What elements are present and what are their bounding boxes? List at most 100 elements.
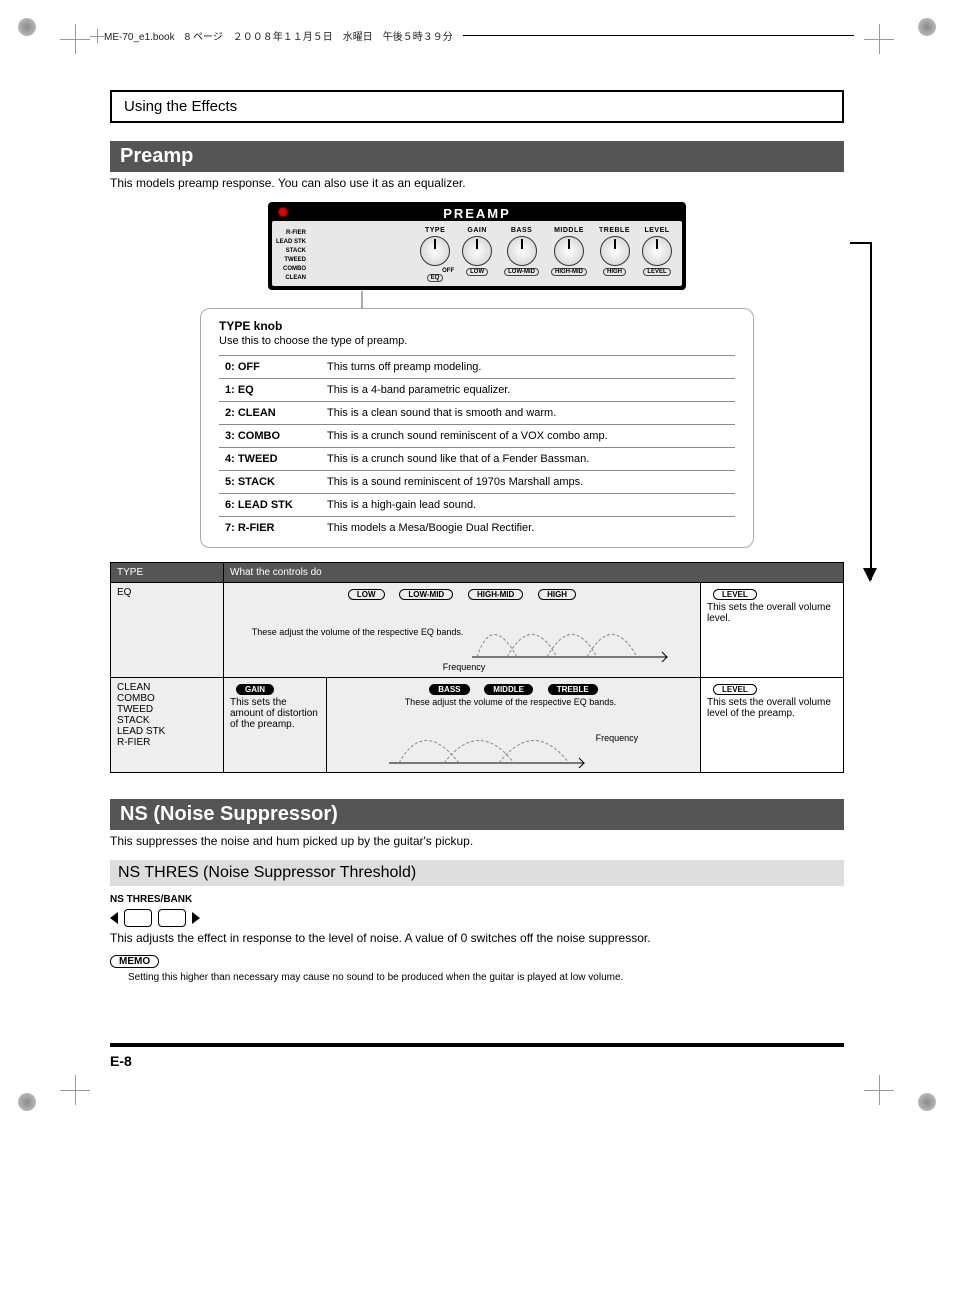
eq-level-text: This sets the overall volume level. — [707, 602, 831, 624]
band-pill: BASS — [429, 684, 469, 695]
controls-table: TYPE What the controls do EQ LOW LOW-MID… — [110, 562, 844, 773]
eq-curves-icon — [472, 602, 672, 662]
tk-key: 7: R-FIER — [219, 517, 321, 540]
preamp-heading: Preamp — [110, 141, 844, 172]
knob-middle: MIDDLE HIGH-MID — [551, 227, 587, 282]
band-pill: LOW-MID — [399, 589, 453, 600]
knob-label-top: LEVEL — [644, 227, 669, 234]
page-number: E-8 — [110, 1053, 844, 1069]
tk-key: 3: COMBO — [219, 425, 321, 448]
knob-treble: TREBLE HIGH — [599, 227, 630, 282]
knob-label-top: BASS — [511, 227, 532, 234]
type-label: CLEAN — [276, 274, 306, 283]
table-row: 5: STACKThis is a sound reminiscent of 1… — [219, 471, 735, 494]
type-knob-callout: TYPE knob Use this to choose the type of… — [200, 308, 754, 548]
table-row: 4: TWEEDThis is a crunch sound like that… — [219, 448, 735, 471]
type-label: TWEED — [276, 256, 306, 265]
preamp-panel-inner: R-FIER LEAD STK STACK TWEED COMBO CLEAN … — [272, 221, 682, 286]
tk-key: 4: TWEED — [219, 448, 321, 471]
section-header-box: Using the Effects — [110, 90, 844, 123]
tk-val: This is a clean sound that is smooth and… — [321, 402, 735, 425]
ns-adjust-text: This adjusts the effect in response to t… — [110, 931, 844, 945]
registration-mark-icon — [18, 18, 36, 36]
type-knob-table: 0: OFFThis turns off preamp modeling. 1:… — [219, 355, 735, 539]
crop-mark-icon — [864, 1075, 894, 1105]
amp-level-text: This sets the overall volume level of th… — [707, 697, 831, 719]
gain-text: This sets the amount of distortion of th… — [230, 697, 318, 730]
level-pill: LEVEL — [713, 684, 757, 695]
amp-level-cell: LEVEL This sets the overall volume level… — [701, 678, 844, 773]
crop-mark-icon — [60, 24, 90, 54]
eq-figure-cell: LOW LOW-MID HIGH-MID HIGH These adjust t… — [224, 583, 701, 678]
preamp-panel-wrap: PREAMP R-FIER LEAD STK STACK TWEED COMBO… — [110, 202, 844, 290]
table-row: 3: COMBOThis is a crunch sound reminisce… — [219, 425, 735, 448]
knob-type: TYPE OFF EQ — [420, 227, 450, 282]
knob-icon — [600, 236, 630, 266]
bank-down-button-icon — [124, 909, 152, 927]
off-label: OFF — [442, 268, 454, 274]
band-pill: LOW — [348, 589, 385, 600]
memo-text: Setting this higher than necessary may c… — [128, 972, 844, 983]
knob-label-bot: LOW — [466, 268, 488, 276]
crop-mark-icon — [60, 1075, 90, 1105]
section-header-text: Using the Effects — [124, 98, 237, 115]
tk-val: This is a high-gain lead sound. — [321, 494, 735, 517]
type-scale-labels: R-FIER LEAD STK STACK TWEED COMBO CLEAN — [276, 229, 306, 283]
footer-rule — [110, 1043, 844, 1047]
tk-val: This turns off preamp modeling. — [321, 356, 735, 379]
knob-label-top: TYPE — [425, 227, 445, 234]
th-what: What the controls do — [224, 563, 844, 583]
ns-desc: This suppresses the noise and hum picked… — [110, 834, 844, 848]
callout-leader-line — [361, 291, 363, 309]
type-label: LEAD STK — [276, 238, 306, 247]
table-row-amps: CLEAN COMBO TWEED STACK LEAD STK R-FIER … — [111, 678, 844, 773]
tk-key: 5: STACK — [219, 471, 321, 494]
amp-curves-icon — [389, 708, 589, 768]
header-rule — [463, 35, 854, 36]
tk-val: This is a sound reminiscent of 1970s Mar… — [321, 471, 735, 494]
bank-up-button-icon — [158, 909, 186, 927]
registration-mark-icon — [918, 18, 936, 36]
table-row: 7: R-FIERThis models a Mesa/Boogie Dual … — [219, 517, 735, 540]
frequency-label: Frequency — [443, 662, 486, 672]
crop-mark-icon — [864, 24, 894, 54]
triangle-right-icon — [192, 912, 200, 924]
knob-label-bot: EQ — [427, 274, 444, 282]
target-icon — [90, 29, 104, 43]
knob-label-bot: LOW-MID — [504, 268, 539, 276]
print-header-text: ME-70_e1.book 8 ページ ２００８年１１月５日 水曜日 午後５時３… — [104, 28, 453, 43]
knob-label-bot: HIGH-MID — [551, 268, 587, 276]
knob-row: TYPE OFF EQ GAIN LOW BASS LOW-MID — [348, 227, 672, 282]
type-label: R-FIER — [276, 229, 306, 238]
knob-label-top: TREBLE — [599, 227, 630, 234]
preamp-panel: PREAMP R-FIER LEAD STK STACK TWEED COMBO… — [268, 202, 686, 290]
table-row: 0: OFFThis turns off preamp modeling. — [219, 356, 735, 379]
eq-level-cell: LEVEL This sets the overall volume level… — [701, 583, 844, 678]
registration-mark-icon — [918, 1093, 936, 1111]
frequency-label: Frequency — [596, 733, 639, 743]
ns-thres-buttons — [110, 909, 844, 927]
power-led-icon — [278, 207, 288, 217]
tk-key: 1: EQ — [219, 379, 321, 402]
tk-val: This is a crunch sound like that of a Fe… — [321, 448, 735, 471]
page: ME-70_e1.book 8 ページ ２００８年１１月５日 水曜日 午後５時３… — [0, 0, 954, 1129]
knob-level: LEVEL LEVEL — [642, 227, 672, 282]
table-header-row: TYPE What the controls do — [111, 563, 844, 583]
type-label: COMBO — [276, 265, 306, 274]
knob-icon — [642, 236, 672, 266]
band-pill: HIGH — [538, 589, 576, 600]
preamp-desc: This models preamp response. You can als… — [110, 176, 844, 190]
knob-icon — [554, 236, 584, 266]
band-pill: MIDDLE — [484, 684, 533, 695]
arrow-down-icon — [850, 242, 872, 580]
row-type-amps: CLEAN COMBO TWEED STACK LEAD STK R-FIER — [111, 678, 224, 773]
table-row: 6: LEAD STKThis is a high-gain lead soun… — [219, 494, 735, 517]
tk-key: 2: CLEAN — [219, 402, 321, 425]
registration-mark-icon — [18, 1093, 36, 1111]
table-row: 1: EQThis is a 4-band parametric equaliz… — [219, 379, 735, 402]
gain-cell: GAIN This sets the amount of distortion … — [224, 678, 327, 773]
knob-bass: BASS LOW-MID — [504, 227, 539, 282]
band-pill: HIGH-MID — [468, 589, 523, 600]
table-row-eq: EQ LOW LOW-MID HIGH-MID HIGH These adjus… — [111, 583, 844, 678]
triangle-left-icon — [110, 912, 118, 924]
